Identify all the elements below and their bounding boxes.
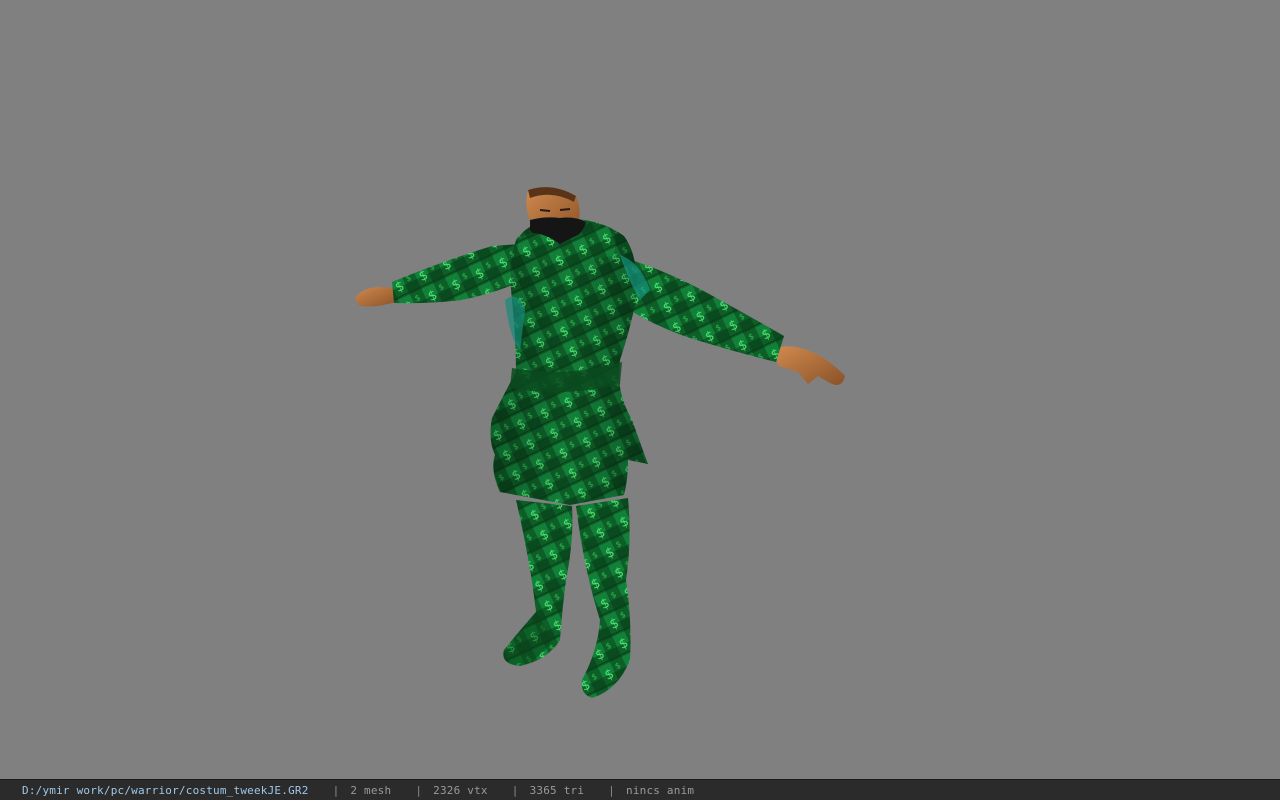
vertex-count-label: 2326 vtx [433,783,488,797]
right-hand [775,346,845,385]
status-bar: D:/ymir work/pc/warrior/costum_tweekJE.G… [0,779,1280,800]
character-model: $ $ [355,187,845,698]
left-arm [392,244,528,304]
status-separator: | [511,783,519,797]
left-hand [355,287,398,307]
file-path-label: D:/ymir work/pc/warrior/costum_tweekJE.G… [22,783,309,797]
3d-viewport[interactable]: $ $ [0,0,1280,779]
status-separator: | [415,783,423,797]
right-leg [576,498,631,698]
right-arm [618,256,784,362]
status-separator: | [608,783,615,797]
triangle-count-label: 3365 tri [529,783,585,797]
mesh-count-label: 2 mesh [350,783,392,797]
status-separator: | [332,783,340,797]
animation-status-label: nincs anim [626,783,695,797]
